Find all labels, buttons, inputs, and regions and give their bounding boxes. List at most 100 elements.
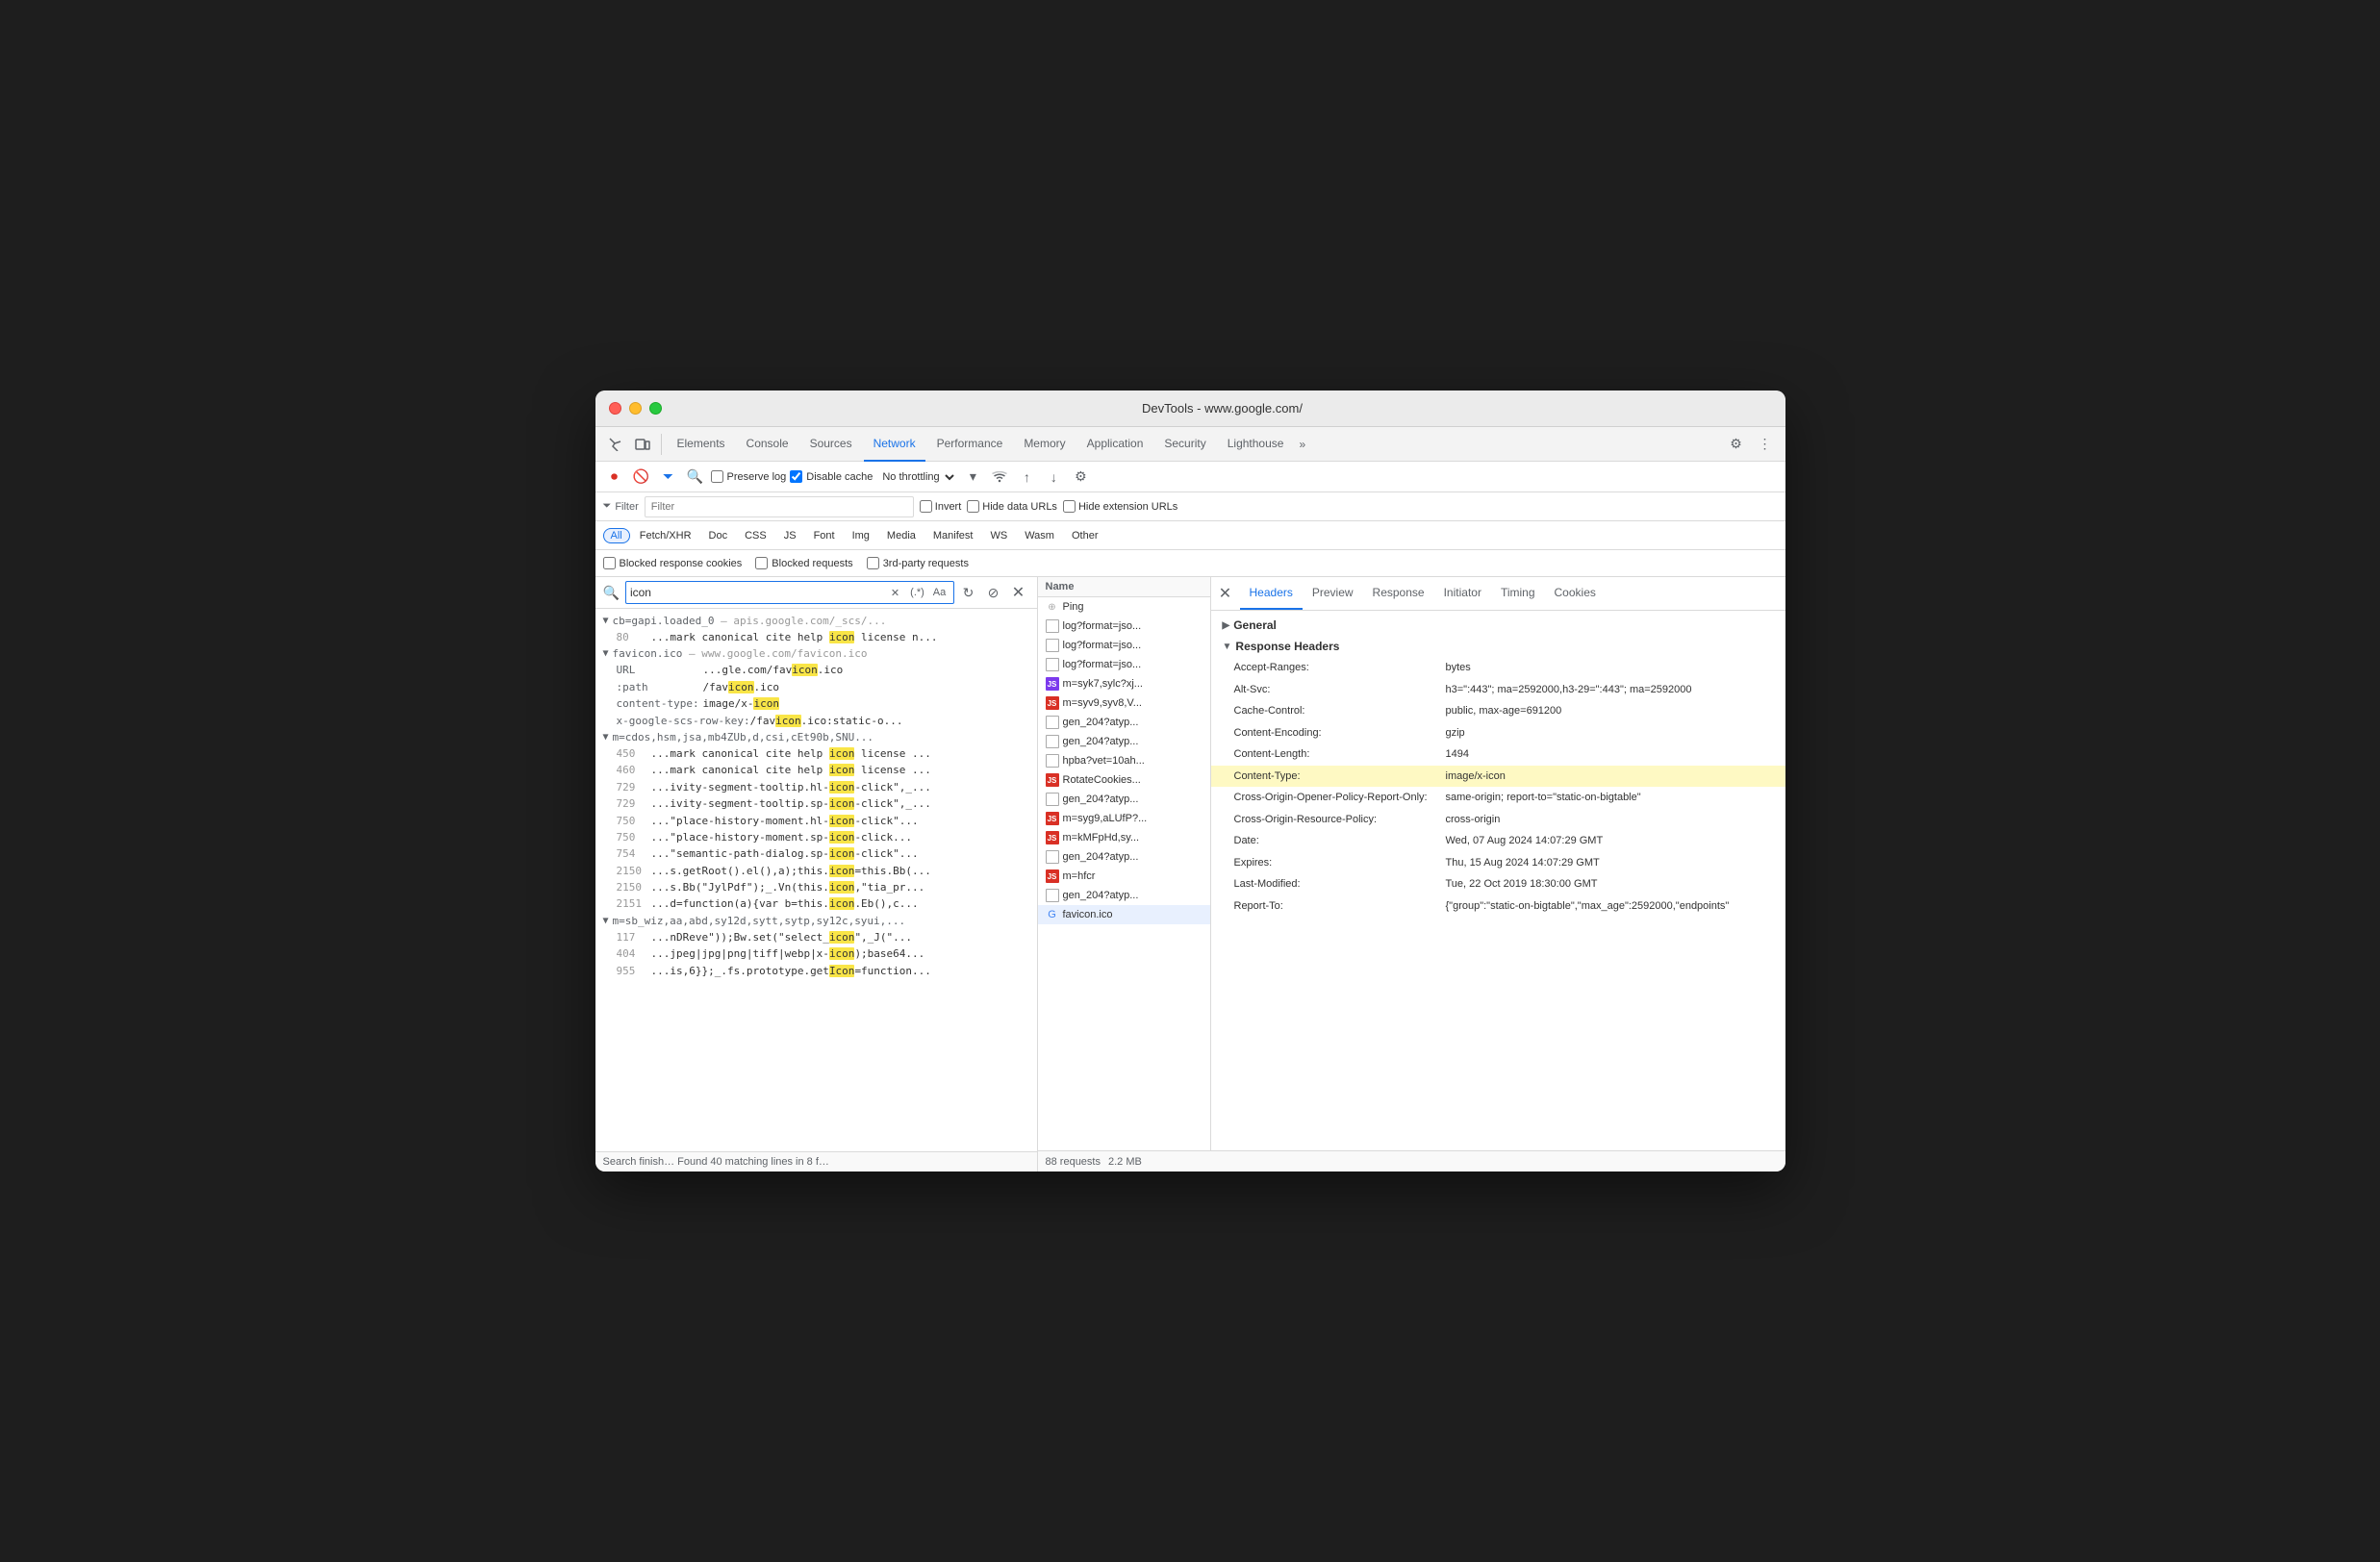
filter-icon-btn[interactable]: ⏷ Filter [603, 500, 639, 513]
preserve-log-label[interactable]: Preserve log [711, 470, 787, 483]
third-party-checkbox[interactable] [867, 557, 879, 569]
invert-label[interactable]: Invert [920, 500, 962, 513]
device-toggle-icon[interactable] [630, 432, 655, 457]
result-item[interactable]: 750 ..."place-history-moment.sp-icon-cli… [595, 829, 1037, 845]
list-item-favicon[interactable]: G favicon.ico [1038, 905, 1210, 924]
third-party-label[interactable]: 3rd-party requests [867, 557, 969, 569]
list-item[interactable]: hpba?vet=10ah... [1038, 751, 1210, 770]
result-item[interactable]: 955 ...is,6}};_.fs.prototype.getIcon=fun… [595, 963, 1037, 979]
result-item[interactable]: 750 ..."place-history-moment.hl-icon-cli… [595, 813, 1037, 829]
type-btn-img[interactable]: Img [845, 528, 877, 543]
list-item[interactable]: JS m=syg9,aLUfP?... [1038, 809, 1210, 828]
result-item[interactable]: 117 ...nDReve"));Bw.set("select_icon",_J… [595, 929, 1037, 945]
list-item[interactable]: gen_204?atyp... [1038, 790, 1210, 809]
clear-results-button[interactable]: ⊘ [983, 582, 1004, 603]
tab-cookies[interactable]: Cookies [1545, 577, 1606, 610]
hide-ext-urls-checkbox[interactable] [1063, 500, 1076, 513]
list-item[interactable]: JS m=syv9,syv8,V... [1038, 693, 1210, 713]
clear-button[interactable]: 🚫 [630, 466, 653, 489]
inspect-icon[interactable] [603, 432, 628, 457]
general-section-title[interactable]: ▶ General [1211, 615, 1785, 636]
blocked-cookies-label[interactable]: Blocked response cookies [603, 557, 743, 569]
result-item[interactable]: 80 ...mark canonical cite help icon lice… [595, 629, 1037, 645]
type-btn-manifest[interactable]: Manifest [925, 528, 981, 543]
search-button[interactable]: 🔍 [684, 466, 707, 489]
type-btn-other[interactable]: Other [1064, 528, 1106, 543]
list-item[interactable]: log?format=jso... [1038, 636, 1210, 655]
tab-initiator[interactable]: Initiator [1434, 577, 1491, 610]
tab-elements[interactable]: Elements [668, 427, 735, 462]
list-item[interactable]: ⊕ Ping [1038, 597, 1210, 617]
tab-network[interactable]: Network [864, 427, 925, 462]
network-settings-icon[interactable]: ⚙ [1069, 466, 1092, 489]
result-item[interactable]: x-google-scs-row-key: /favicon.ico:stati… [595, 713, 1037, 729]
result-group-header-3[interactable]: ▼ m=sb_wiz,aa,abd,sy12d,sytt,sytp,sy12c,… [595, 913, 1037, 929]
throttle-arrow-icon[interactable]: ▾ [961, 466, 984, 489]
tab-application[interactable]: Application [1077, 427, 1153, 462]
tab-performance[interactable]: Performance [927, 427, 1013, 462]
list-item[interactable]: log?format=jso... [1038, 655, 1210, 674]
hide-ext-urls-label[interactable]: Hide extension URLs [1063, 500, 1177, 513]
more-tabs-icon[interactable]: » [1295, 438, 1309, 451]
result-item[interactable]: 2150 ...s.getRoot().el(),a);this.icon=th… [595, 863, 1037, 879]
tab-timing[interactable]: Timing [1491, 577, 1545, 610]
list-item[interactable]: gen_204?atyp... [1038, 732, 1210, 751]
close-button[interactable] [609, 402, 621, 415]
clear-search-icon[interactable]: ✕ [886, 583, 905, 602]
result-item[interactable]: :path /favicon.ico [595, 679, 1037, 695]
result-item[interactable]: 404 ...jpeg|jpg|png|tiff|webp|x-icon);ba… [595, 945, 1037, 962]
result-item[interactable]: 460 ...mark canonical cite help icon lic… [595, 762, 1037, 778]
invert-checkbox[interactable] [920, 500, 932, 513]
hide-data-urls-label[interactable]: Hide data URLs [967, 500, 1057, 513]
list-item[interactable]: JS RotateCookies... [1038, 770, 1210, 790]
regex-toggle[interactable]: (.*) [908, 583, 927, 602]
type-btn-media[interactable]: Media [879, 528, 924, 543]
maximize-button[interactable] [649, 402, 662, 415]
blocked-cookies-checkbox[interactable] [603, 557, 616, 569]
close-details-button[interactable]: ✕ [1215, 583, 1236, 604]
record-button[interactable]: ⏺ [603, 466, 626, 489]
type-btn-fetch-xhr[interactable]: Fetch/XHR [632, 528, 699, 543]
search-input[interactable] [630, 586, 883, 599]
upload-icon[interactable]: ↑ [1015, 466, 1038, 489]
result-item[interactable]: 2150 ...s.Bb("JylPdf");_.Vn(this.icon,"t… [595, 879, 1037, 895]
result-group-header-0[interactable]: ▼ cb=gapi.loaded_0 — apis.google.com/_sc… [595, 613, 1037, 629]
tab-sources[interactable]: Sources [800, 427, 862, 462]
disable-cache-checkbox[interactable] [790, 470, 802, 483]
list-item[interactable]: JS m=kMFpHd,sy... [1038, 828, 1210, 847]
result-item[interactable]: 2151 ...d=function(a){var b=this.icon.Eb… [595, 895, 1037, 912]
blocked-requests-label[interactable]: Blocked requests [755, 557, 852, 569]
result-item[interactable]: URL ...gle.com/favicon.ico [595, 662, 1037, 678]
case-sensitive-toggle[interactable]: Aa [930, 583, 949, 602]
tab-memory[interactable]: Memory [1014, 427, 1075, 462]
tab-response[interactable]: Response [1363, 577, 1434, 610]
list-item[interactable]: gen_204?atyp... [1038, 847, 1210, 867]
tab-preview[interactable]: Preview [1303, 577, 1363, 610]
filter-input[interactable] [645, 496, 914, 517]
result-item[interactable]: 729 ...ivity-segment-tooltip.sp-icon-cli… [595, 795, 1037, 812]
tab-security[interactable]: Security [1154, 427, 1215, 462]
list-item[interactable]: JS m=syk7,sylc?xj... [1038, 674, 1210, 693]
type-btn-doc[interactable]: Doc [701, 528, 736, 543]
type-btn-font[interactable]: Font [806, 528, 843, 543]
more-options-icon[interactable]: ⋮ [1753, 432, 1778, 457]
tab-headers[interactable]: Headers [1240, 577, 1303, 610]
result-item[interactable]: content-type: image/x-icon [595, 695, 1037, 712]
result-group-header-1[interactable]: ▼ favicon.ico — www.google.com/favicon.i… [595, 645, 1037, 662]
response-headers-section-title[interactable]: ▼ Response Headers [1211, 636, 1785, 657]
refresh-search-button[interactable]: ↻ [958, 582, 979, 603]
download-icon[interactable]: ↓ [1042, 466, 1065, 489]
list-item[interactable]: log?format=jso... [1038, 617, 1210, 636]
result-item[interactable]: 729 ...ivity-segment-tooltip.hl-icon-cli… [595, 779, 1037, 795]
disable-cache-label[interactable]: Disable cache [790, 470, 873, 483]
hide-data-urls-checkbox[interactable] [967, 500, 979, 513]
type-btn-wasm[interactable]: Wasm [1017, 528, 1062, 543]
throttle-select[interactable]: No throttling [876, 468, 957, 486]
type-btn-css[interactable]: CSS [737, 528, 774, 543]
type-btn-js[interactable]: JS [776, 528, 804, 543]
result-item[interactable]: 450 ...mark canonical cite help icon lic… [595, 745, 1037, 762]
list-item[interactable]: JS m=hfcr [1038, 867, 1210, 886]
tab-console[interactable]: Console [737, 427, 798, 462]
type-btn-ws[interactable]: WS [982, 528, 1015, 543]
minimize-button[interactable] [629, 402, 642, 415]
